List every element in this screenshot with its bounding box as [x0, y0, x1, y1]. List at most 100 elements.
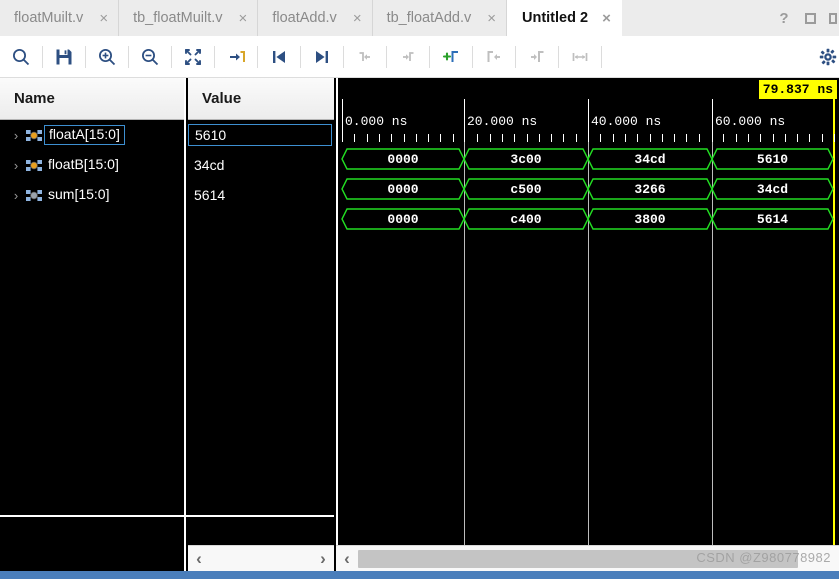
signal-row[interactable]: › sum[15:0] [0, 180, 184, 210]
bus-value-label: 5610 [756, 152, 789, 167]
restore-button[interactable] [829, 11, 837, 25]
zoom-out-button[interactable] [129, 36, 171, 78]
next-marker-button[interactable] [516, 36, 558, 78]
signal-name-list: › floatA[15:0] › floatB[15:0] › sum[15:0] [0, 120, 184, 210]
settings-gear-icon [819, 48, 837, 65]
time-minor-tick [822, 134, 823, 142]
time-minor-tick [416, 134, 417, 142]
value-column-panel: Value 5610 34cd 5614 [188, 78, 334, 515]
waveform-panel[interactable]: 79.837 ns 0.000 ns 20.000 ns 40.000 ns 60.00… [336, 78, 839, 545]
tab-bar: floatMuilt.v × tb_floatMuilt.v × floatAdd.v ×… [0, 0, 839, 36]
tab-close-icon[interactable]: × [602, 11, 611, 26]
wave-scroll-track[interactable] [358, 546, 839, 572]
previous-transition-button[interactable] [344, 36, 386, 78]
time-minor-tick [600, 134, 601, 142]
snap-to-transition-button[interactable] [215, 36, 257, 78]
measure-button[interactable] [559, 36, 601, 78]
signal-row[interactable]: › floatA[15:0] [0, 120, 184, 150]
signal-value-label: 5610 [188, 123, 332, 147]
waveform-hscrollbar[interactable]: ‹ [336, 545, 839, 571]
bus-value-label: 5614 [756, 212, 789, 227]
tab-floatadd-v[interactable]: floatAdd.v × [258, 0, 373, 36]
tab-label: floatAdd.v [272, 10, 337, 26]
bus-value-label: 34cd [634, 152, 666, 167]
tab-close-icon[interactable]: × [99, 11, 108, 26]
time-tick-label: 60.000 ns [715, 114, 786, 129]
time-minor-tick [514, 134, 515, 142]
zoom-in-button[interactable] [86, 36, 128, 78]
wave-scroll-left-arrow[interactable]: ‹ [336, 546, 358, 572]
signal-value-row[interactable]: 5610 [188, 120, 334, 150]
time-minor-tick [686, 134, 687, 142]
settings-button[interactable] [811, 36, 839, 78]
tab-untitled-2[interactable]: Untitled 2 × [507, 0, 622, 36]
zoom-fit-button[interactable] [172, 36, 214, 78]
next-transition-button[interactable] [387, 36, 429, 78]
tab-tb-floatadd-v[interactable]: tb_floatAdd.v × [373, 0, 507, 36]
signal-value-row[interactable]: 34cd [188, 150, 334, 180]
time-minor-tick [453, 134, 454, 142]
zoom-out-icon [142, 48, 159, 65]
waveform-gridline [464, 142, 465, 545]
tab-close-icon[interactable]: × [353, 11, 362, 26]
tab-close-icon[interactable]: × [239, 11, 248, 26]
maximize-button[interactable] [803, 11, 817, 25]
previous-marker-button[interactable] [473, 36, 515, 78]
time-minor-tick [613, 134, 614, 142]
wave-scroll-thumb[interactable] [358, 549, 798, 568]
cursor-time-badge: 79.837 ns [758, 80, 837, 99]
time-minor-tick [773, 134, 774, 142]
signal-name-label: sum[15:0] [48, 186, 110, 203]
maximize-icon [804, 12, 816, 24]
time-minor-tick [477, 134, 478, 142]
time-tick-label: 0.000 ns [345, 114, 408, 129]
bus-value-label: 3800 [634, 212, 666, 227]
signal-value-label: 5614 [194, 186, 226, 203]
waveform-gridline [588, 142, 589, 545]
time-minor-tick [428, 134, 429, 142]
tab-floatmuilt-v[interactable]: floatMuilt.v × [0, 0, 120, 36]
time-minor-tick [809, 134, 810, 142]
snap-to-transition-icon [230, 50, 245, 62]
time-major-tick [464, 99, 465, 142]
search-button[interactable] [0, 36, 42, 78]
expand-chevron-icon[interactable]: › [8, 128, 24, 143]
input-bus-icon [24, 157, 44, 173]
save-button[interactable] [43, 36, 85, 78]
help-button[interactable]: ? [777, 10, 791, 27]
toolbar [0, 36, 839, 78]
signal-row[interactable]: › floatB[15:0] [0, 150, 184, 180]
bus-value-label: c400 [510, 212, 542, 227]
value-scroll-right-arrow[interactable]: › [312, 546, 334, 572]
value-panel-hscrollbar[interactable]: ‹ › [188, 545, 334, 571]
value-column-header: Value [188, 78, 334, 120]
tab-tb-floatmuilt-v[interactable]: tb_floatMuilt.v × [119, 0, 259, 36]
go-to-start-button[interactable] [258, 36, 300, 78]
go-to-end-button[interactable] [301, 36, 343, 78]
bus-value-label: 0000 [387, 212, 419, 227]
window-controls: ? [777, 0, 839, 36]
time-minor-tick [391, 134, 392, 142]
measure-icon [572, 52, 588, 61]
time-major-tick [588, 99, 589, 142]
waveform-canvas[interactable]: 79.837 ns 0.000 ns 20.000 ns 40.000 ns 60.00… [338, 78, 839, 545]
expand-chevron-icon[interactable]: › [8, 188, 24, 203]
time-minor-tick [379, 134, 380, 142]
tab-label: tb_floatAdd.v [386, 10, 472, 26]
time-minor-tick [404, 134, 405, 142]
time-minor-tick [625, 134, 626, 142]
time-minor-tick [637, 134, 638, 142]
add-marker-button[interactable] [430, 36, 472, 78]
time-tick-label: 40.000 ns [591, 114, 662, 129]
tab-close-icon[interactable]: × [487, 11, 496, 26]
expand-chevron-icon[interactable]: › [8, 158, 24, 173]
time-minor-tick [834, 134, 835, 142]
signal-value-row[interactable]: 5614 [188, 180, 334, 210]
value-scroll-track[interactable] [210, 546, 312, 572]
time-minor-tick [723, 134, 724, 142]
signal-value-label: 34cd [194, 156, 225, 173]
bus-value-label: 0000 [387, 152, 419, 167]
value-scroll-left-arrow[interactable]: ‹ [188, 546, 210, 572]
time-minor-tick [502, 134, 503, 142]
previous-transition-icon [359, 51, 370, 61]
